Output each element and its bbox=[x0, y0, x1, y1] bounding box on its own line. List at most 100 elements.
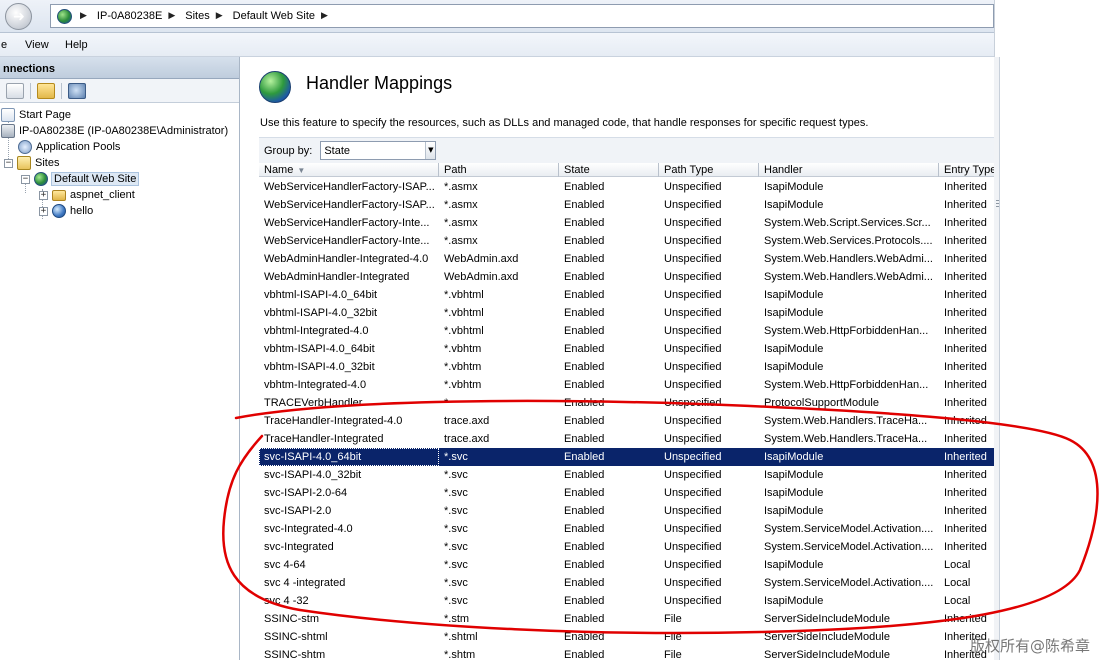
column-header-entry-type[interactable]: Entry Type bbox=[939, 163, 994, 177]
cell-handler: IsapiModule bbox=[764, 451, 824, 463]
cell-name: WebServiceHandlerFactory-ISAP... bbox=[264, 181, 435, 193]
chevron-right-icon[interactable]: ▶ bbox=[80, 11, 87, 21]
up-folder-icon[interactable] bbox=[37, 82, 55, 99]
column-header-name[interactable]: Name ▼ bbox=[259, 163, 439, 177]
dropdown-arrow-icon[interactable]: ▼ bbox=[425, 142, 436, 159]
tree-item-application-pools[interactable]: Application Pools bbox=[18, 139, 120, 155]
table-row[interactable]: vbhtm-Integrated-4.0 *.vbhtm Enabled Unspec… bbox=[259, 376, 994, 394]
column-header-path[interactable]: Path bbox=[439, 163, 559, 177]
cell-entry-type: Inherited bbox=[944, 271, 987, 283]
breadcrumb[interactable]: ▶ IP-0A80238E ▶ Sites ▶ Default Web Site… bbox=[50, 4, 994, 28]
table-row[interactable]: SSINC-shtm *.shtm Enabled File ServerSideInc… bbox=[259, 646, 994, 660]
table-row[interactable]: svc-Integrated *.svc Enabled Unspecified Sys… bbox=[259, 538, 994, 556]
cell-handler: System.ServiceModel.Activation.... bbox=[764, 523, 934, 535]
cell-state: Enabled bbox=[564, 235, 605, 247]
breadcrumb-site[interactable]: Default Web Site bbox=[233, 10, 315, 22]
menu-bar: e View Help bbox=[0, 33, 1000, 57]
cell-state: Enabled bbox=[564, 631, 605, 643]
cell-entry-type: Local bbox=[944, 559, 971, 571]
table-row[interactable]: svc-Integrated-4.0 *.svc Enabled Unspecifie… bbox=[259, 520, 994, 538]
table-row[interactable]: svc-ISAPI-4.0_32bit *.svc Enabled Unspecifi… bbox=[259, 466, 994, 484]
cell-handler: IsapiModule bbox=[764, 307, 824, 319]
tree-item-default-web-site[interactable]: − Default Web Site bbox=[21, 171, 140, 187]
cell-path: *.svc bbox=[444, 523, 468, 535]
table-row[interactable]: TraceHandler-Integrated trace.axd Enabled U… bbox=[259, 430, 994, 448]
menu-view[interactable]: View bbox=[25, 39, 49, 51]
column-header-handler[interactable]: Handler bbox=[759, 163, 939, 177]
cell-handler: System.Web.Handlers.TraceHa... bbox=[764, 415, 928, 427]
table-row[interactable]: vbhtm-ISAPI-4.0_32bit *.vbhtm Enabled Unspe… bbox=[259, 358, 994, 376]
table-row[interactable]: WebAdminHandler-Integrated WebAdmin.axd En… bbox=[259, 268, 994, 286]
tree-item-start-page[interactable]: Start Page bbox=[1, 107, 71, 123]
table-row[interactable]: TRACEVerbHandler * Enabled Unspecified Proto… bbox=[259, 394, 994, 412]
tree-item-sites[interactable]: − Sites bbox=[4, 155, 59, 171]
connections-panel: nnections Start Page IP-0A80238E (IP-0A8… bbox=[0, 57, 240, 660]
expand-icon[interactable]: + bbox=[39, 190, 48, 200]
cell-handler: IsapiModule bbox=[764, 361, 824, 373]
cell-state: Enabled bbox=[564, 523, 605, 535]
table-row[interactable]: svc 4 -integrated *.svc Enabled Unspecified… bbox=[259, 574, 994, 592]
cell-path-type: Unspecified bbox=[664, 451, 722, 463]
splitter-grip-icon[interactable] bbox=[996, 200, 999, 209]
cell-handler: IsapiModule bbox=[764, 559, 824, 571]
cell-entry-type: Inherited bbox=[944, 541, 987, 553]
connect-icon[interactable] bbox=[68, 82, 86, 99]
chevron-right-icon[interactable]: ▶ bbox=[321, 11, 328, 21]
column-header-path-type[interactable]: Path Type bbox=[659, 163, 759, 177]
cell-entry-type: Inherited bbox=[944, 343, 987, 355]
table-row[interactable]: svc-ISAPI-2.0 *.svc Enabled Unspecified Isap… bbox=[259, 502, 994, 520]
table-row[interactable]: svc 4-64 *.svc Enabled Unspecified IsapiModu… bbox=[259, 556, 994, 574]
table-row[interactable]: vbhtml-ISAPI-4.0_32bit *.vbhtml Enabled Uns… bbox=[259, 304, 994, 322]
table-row[interactable]: WebAdminHandler-Integrated-4.0 WebAdmin.a… bbox=[259, 250, 994, 268]
breadcrumb-server[interactable]: IP-0A80238E bbox=[97, 10, 162, 22]
table-row[interactable]: WebServiceHandlerFactory-Inte... *.asmx En… bbox=[259, 214, 994, 232]
cell-path-type: Unspecified bbox=[664, 199, 722, 211]
cell-path-type: File bbox=[664, 613, 682, 625]
cell-path: *.svc bbox=[444, 595, 468, 607]
cell-path: WebAdmin.axd bbox=[444, 253, 519, 265]
table-row[interactable]: vbhtml-ISAPI-4.0_64bit *.vbhtml Enabled Uns… bbox=[259, 286, 994, 304]
tree-item-aspnet-client[interactable]: + aspnet_client bbox=[39, 187, 135, 203]
chevron-right-icon[interactable]: ▶ bbox=[216, 11, 223, 21]
table-row[interactable]: svc 4 -32 *.svc Enabled Unspecified IsapiMod… bbox=[259, 592, 994, 610]
cell-state: Enabled bbox=[564, 361, 605, 373]
chevron-right-icon[interactable]: ▶ bbox=[168, 11, 175, 21]
table-row[interactable]: vbhtml-Integrated-4.0 *.vbhtml Enabled Unsp… bbox=[259, 322, 994, 340]
table-row[interactable]: SSINC-shtml *.shtml Enabled File ServerSideI… bbox=[259, 628, 994, 646]
collapse-icon[interactable]: − bbox=[4, 158, 13, 168]
cell-state: Enabled bbox=[564, 307, 605, 319]
table-row[interactable]: svc-ISAPI-2.0-64 *.svc Enabled Unspecified I… bbox=[259, 484, 994, 502]
right-background bbox=[994, 0, 1100, 660]
menu-file[interactable]: e bbox=[1, 39, 7, 51]
table-row[interactable]: TraceHandler-Integrated-4.0 trace.axd Enab… bbox=[259, 412, 994, 430]
cell-handler: ProtocolSupportModule bbox=[764, 397, 879, 409]
group-by-select[interactable]: State ▼ bbox=[320, 141, 437, 160]
menu-help[interactable]: Help bbox=[65, 39, 88, 51]
table-row[interactable]: WebServiceHandlerFactory-ISAP... *.asmx En… bbox=[259, 196, 994, 214]
connections-toolbar bbox=[0, 79, 239, 103]
cell-entry-type: Inherited bbox=[944, 505, 987, 517]
tree-item-label: hello bbox=[70, 205, 94, 217]
address-bar: ➜ ▶ IP-0A80238E ▶ Sites ▶ Default Web Si… bbox=[0, 0, 1000, 33]
table-row[interactable]: vbhtm-ISAPI-4.0_64bit *.vbhtm Enabled Unspe… bbox=[259, 340, 994, 358]
expand-icon[interactable]: + bbox=[39, 206, 48, 216]
table-row[interactable]: SSINC-stm *.stm Enabled File ServerSideInclu… bbox=[259, 610, 994, 628]
tree-item-hello[interactable]: + hello bbox=[39, 203, 93, 219]
table-row[interactable]: WebServiceHandlerFactory-ISAP... *.asmx En… bbox=[259, 178, 994, 196]
cell-handler: IsapiModule bbox=[764, 199, 824, 211]
cell-state: Enabled bbox=[564, 577, 605, 589]
table-row[interactable]: svc-ISAPI-4.0_64bit *.svc Enabled Unspecifi… bbox=[259, 448, 994, 466]
cell-path-type: Unspecified bbox=[664, 541, 722, 553]
table-row[interactable]: WebServiceHandlerFactory-Inte... *.asmx En… bbox=[259, 232, 994, 250]
cell-state: Enabled bbox=[564, 271, 605, 283]
collapse-icon[interactable]: − bbox=[21, 174, 30, 184]
cell-path: *.stm bbox=[444, 613, 470, 625]
back-button[interactable]: ➜ bbox=[5, 3, 32, 30]
tree-item-server[interactable]: IP-0A80238E (IP-0A80238E\Administrator) bbox=[1, 123, 228, 139]
save-icon[interactable] bbox=[6, 82, 24, 99]
breadcrumb-sites[interactable]: Sites bbox=[185, 10, 209, 22]
vertical-scrollbar[interactable] bbox=[994, 57, 1000, 660]
cell-handler: IsapiModule bbox=[764, 289, 824, 301]
column-header-state[interactable]: State bbox=[559, 163, 659, 177]
cell-name: WebAdminHandler-Integrated-4.0 bbox=[264, 253, 429, 265]
